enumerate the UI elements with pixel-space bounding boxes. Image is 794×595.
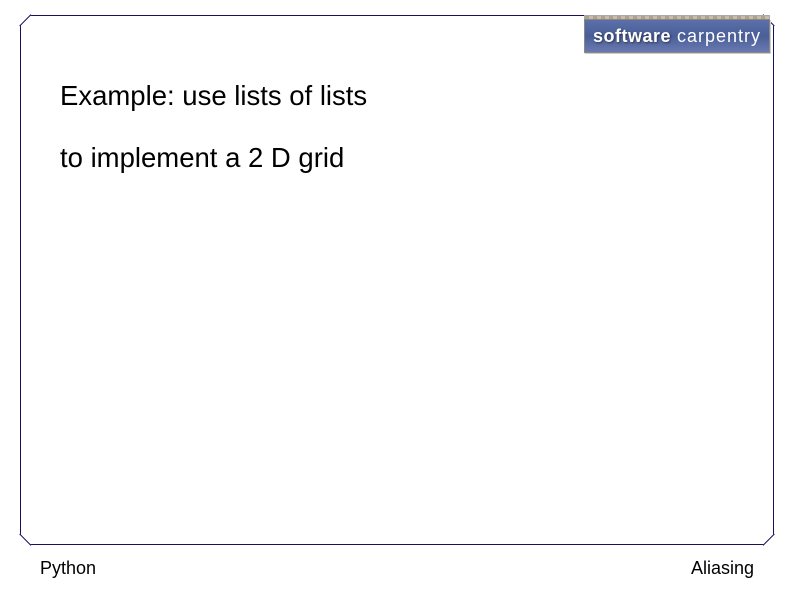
- logo-word-software: software: [593, 26, 671, 47]
- software-carpentry-logo: software carpentry: [584, 19, 770, 53]
- content-line-2: to implement a 2 D grid: [60, 140, 754, 176]
- footer-left: Python: [40, 558, 96, 579]
- slide-content: Example: use lists of lists to implement…: [60, 78, 754, 202]
- slide: software carpentry Example: use lists of…: [0, 0, 794, 595]
- content-line-1: Example: use lists of lists: [60, 78, 754, 114]
- logo-word-carpentry: carpentry: [677, 26, 761, 47]
- footer-right: Aliasing: [691, 558, 754, 579]
